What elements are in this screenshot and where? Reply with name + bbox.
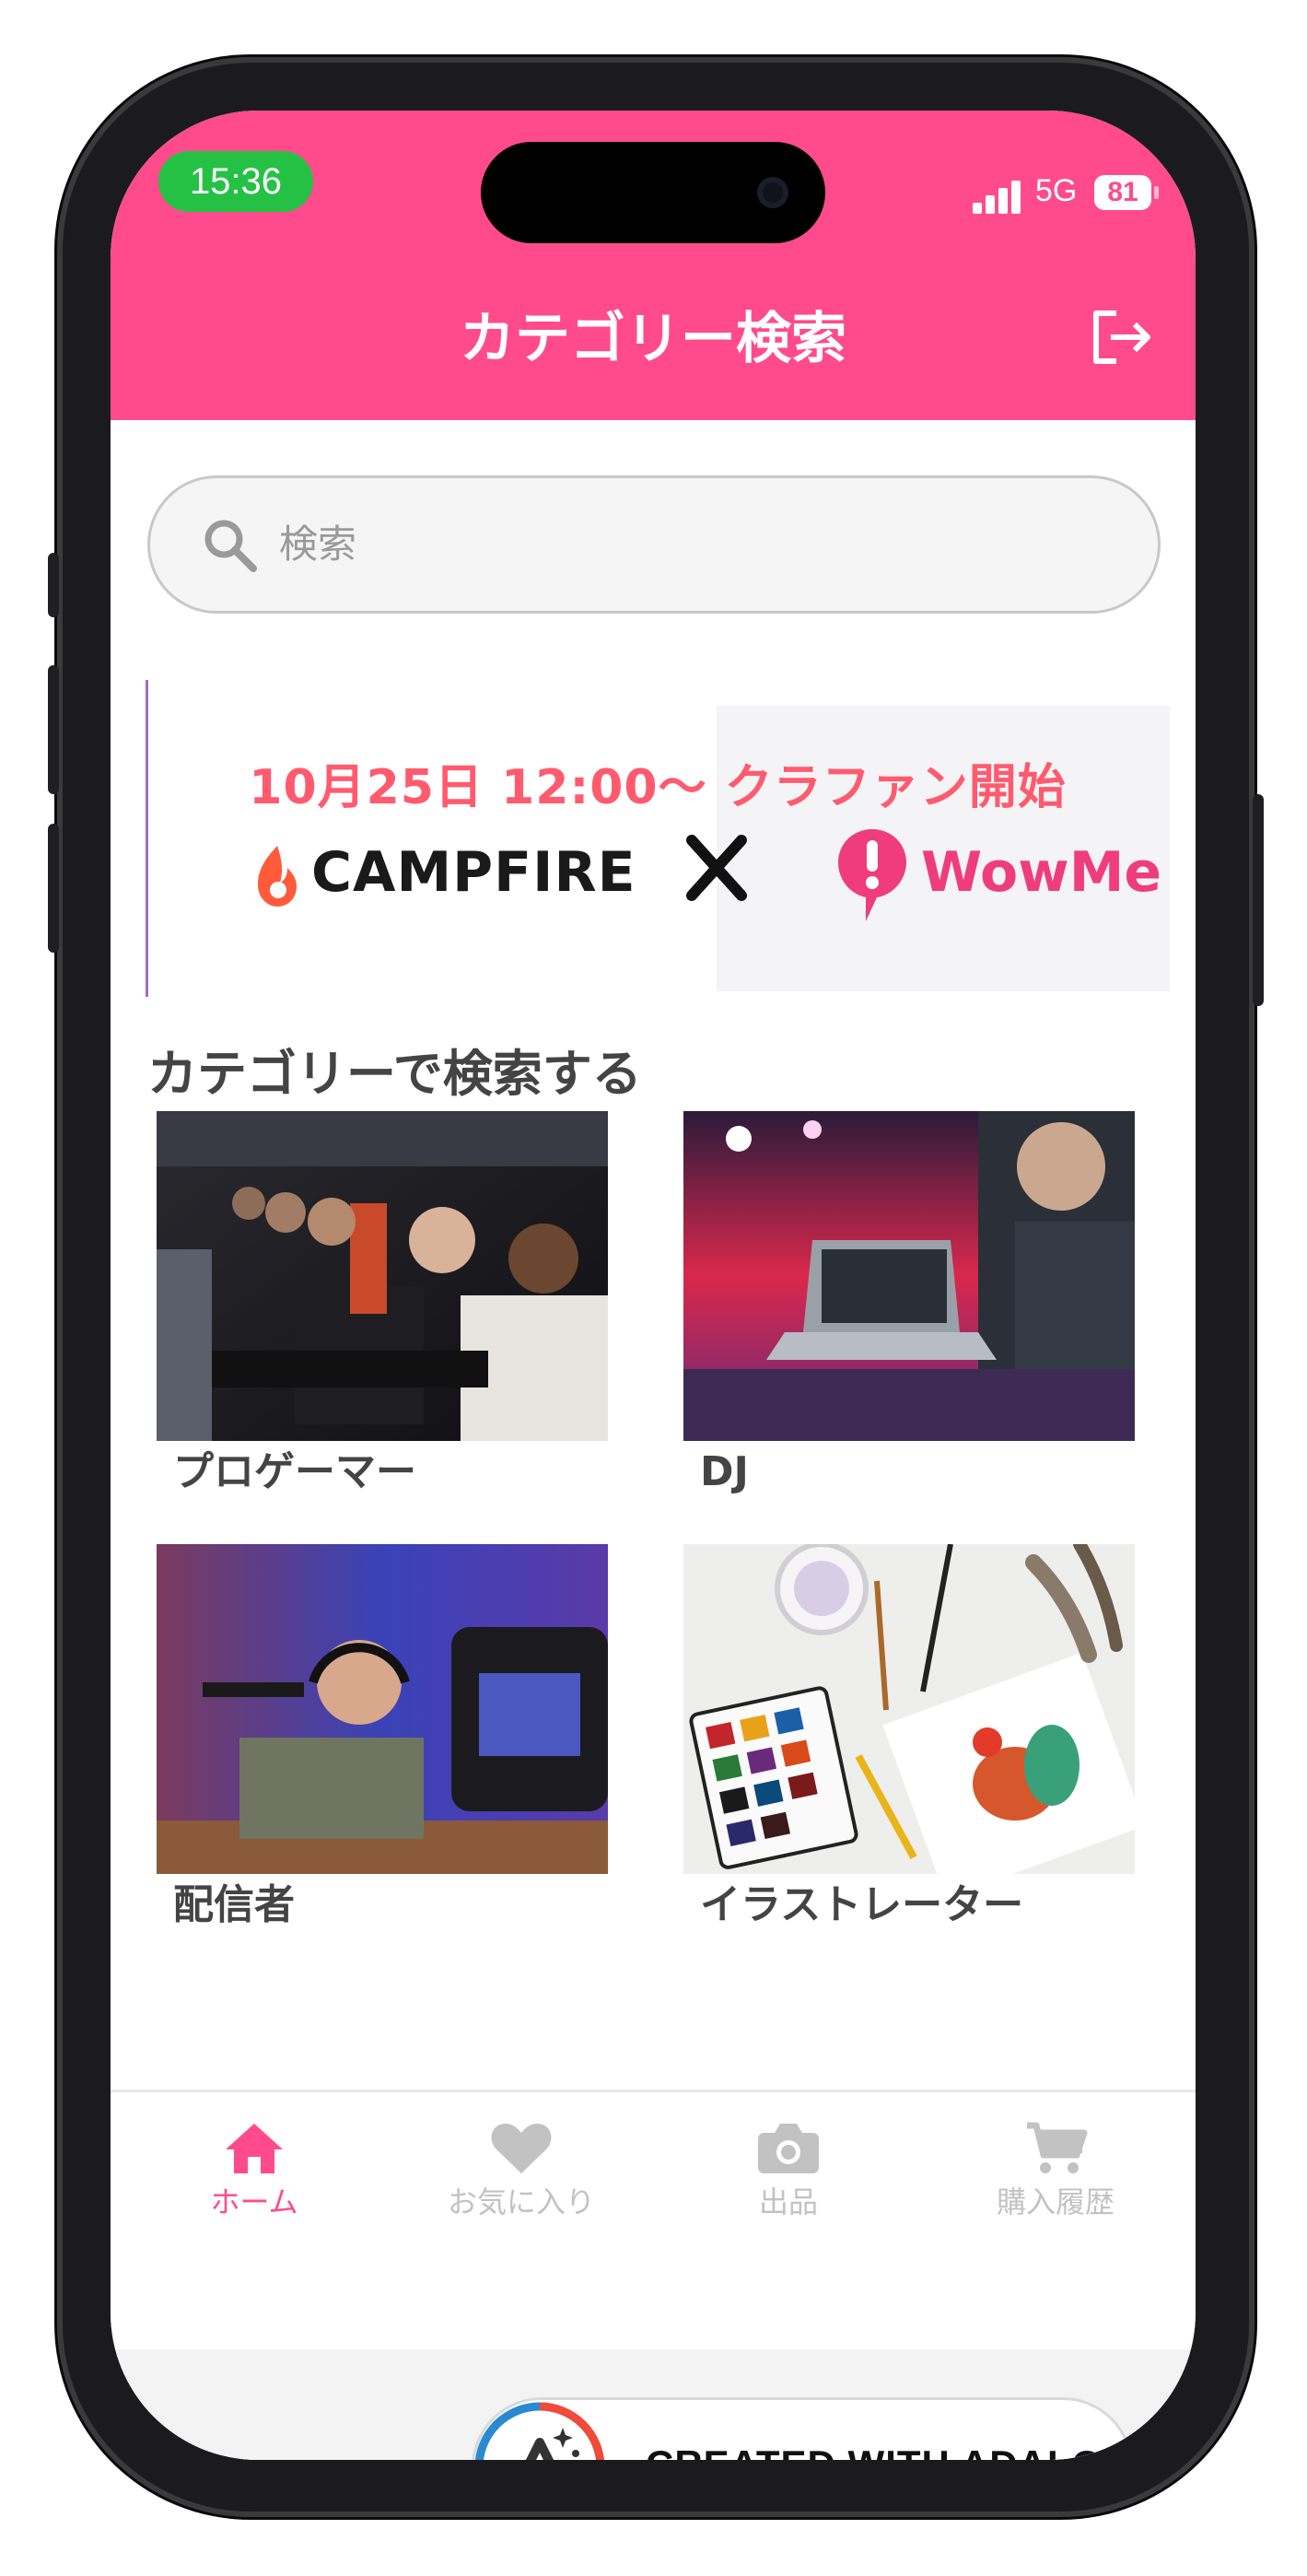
search-input[interactable]: 検索 <box>147 475 1161 614</box>
pro-gamer-image <box>157 1111 608 1441</box>
category-label: プロゲーマー <box>173 1448 416 1495</box>
tab-listing[interactable]: 出品 <box>678 2120 899 2231</box>
tab-label: ホーム <box>210 2184 298 2219</box>
app-header: 15:36 5G 81 カテゴリー検索 <box>111 111 1196 420</box>
tab-label: 購入履歴 <box>996 2184 1114 2219</box>
search-icon <box>204 520 257 572</box>
category-label: DJ <box>700 1448 749 1495</box>
page-title: カテゴリー検索 <box>460 307 846 371</box>
tab-home[interactable]: ホーム <box>144 2120 365 2231</box>
category-card-pro-gamer[interactable]: プロゲーマー <box>157 1111 608 1495</box>
category-label: 配信者 <box>173 1881 295 1928</box>
search-placeholder: 検索 <box>279 521 357 567</box>
category-card-dj[interactable]: DJ <box>683 1111 1135 1495</box>
volume-down-button <box>48 824 59 953</box>
battery-icon: 81 <box>1094 175 1159 210</box>
streamer-image <box>157 1544 608 1874</box>
signal-icon <box>973 177 1024 214</box>
volume-up-button <box>48 665 59 794</box>
category-label: イラストレーター <box>700 1881 1024 1928</box>
dynamic-island <box>481 142 825 243</box>
adalo-label: CREATED WITH ADALO <box>646 2442 1103 2460</box>
dj-image <box>683 1111 1135 1441</box>
action-button <box>48 553 59 617</box>
category-card-streamer[interactable]: 配信者 <box>157 1544 608 1928</box>
banner-divider <box>146 680 148 997</box>
tab-favorites[interactable]: お気に入り <box>411 2120 632 2231</box>
category-card-illustrator[interactable]: イラストレーター <box>683 1544 1135 1928</box>
heart-icon <box>491 2124 552 2173</box>
tab-label: 出品 <box>758 2184 818 2219</box>
status-time: 15:36 <box>158 151 313 212</box>
bottom-tab-bar: ホーム お気に入り 出品 購入履歴 <box>111 2090 1196 2350</box>
banner-date-text: 10月25日 12:00〜 クラファン開始 <box>249 760 1067 815</box>
tab-label: お気に入り <box>447 2184 595 2219</box>
created-with-adalo-button[interactable]: CREATED WITH ADALO <box>472 2397 1133 2460</box>
campfire-logo-icon <box>258 846 297 907</box>
cart-icon <box>1027 2122 1088 2173</box>
collaboration-x-icon <box>686 835 747 901</box>
logout-icon[interactable] <box>1089 308 1155 367</box>
camera-icon <box>758 2124 819 2173</box>
section-title: カテゴリーで検索する <box>147 1045 642 1103</box>
network-type: 5G <box>1035 173 1078 208</box>
wowme-logo-icon <box>838 829 906 921</box>
illustrator-image <box>683 1544 1135 1874</box>
promo-banner[interactable]: 10月25日 12:00〜 クラファン開始 CAMPFIRE WowMe <box>146 669 1170 1001</box>
power-button <box>1253 794 1264 1006</box>
tab-purchase-history[interactable]: 購入履歴 <box>945 2120 1166 2231</box>
wowme-brand: WowMe <box>921 840 1162 905</box>
front-camera <box>757 177 788 208</box>
adalo-logo-icon <box>474 2402 605 2460</box>
home-icon <box>226 2124 283 2173</box>
app-screen: 15:36 5G 81 カテゴリー検索 検索 10月25日 12:00〜 クラフ… <box>111 111 1196 2460</box>
campfire-brand: CAMPFIRE <box>311 840 636 905</box>
